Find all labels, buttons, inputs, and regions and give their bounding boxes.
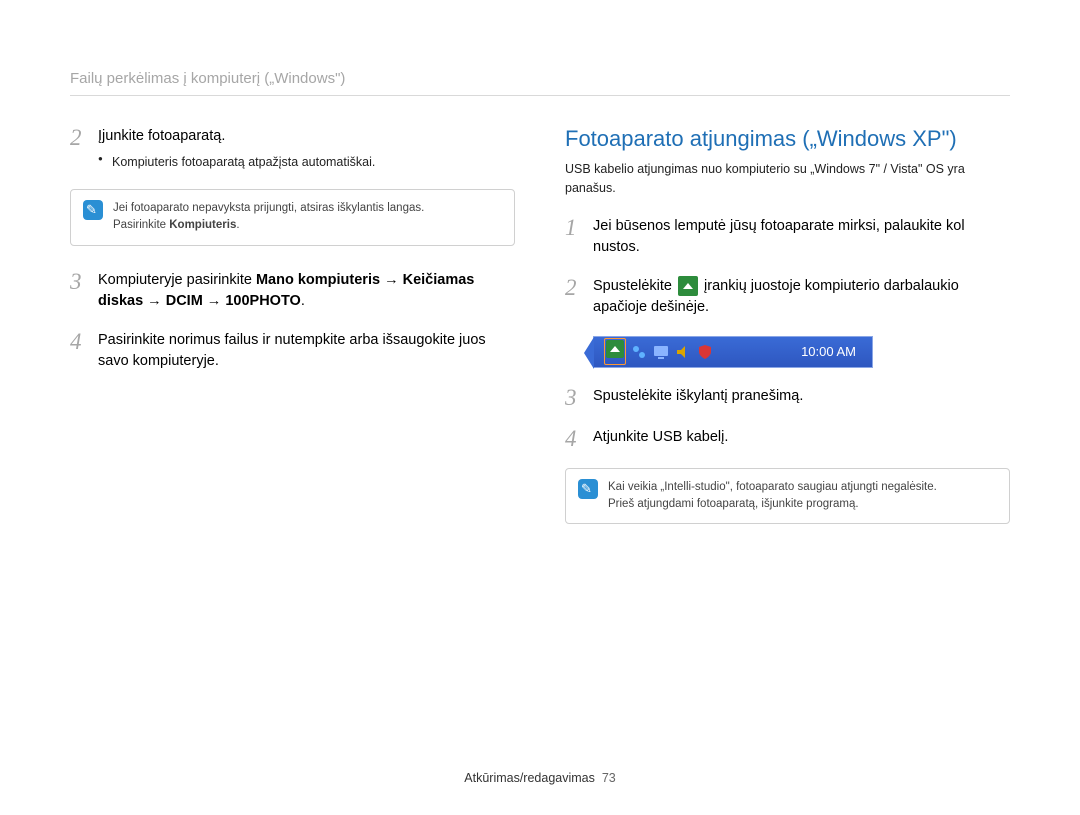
- footer-label: Atkūrimas/redagavimas: [464, 771, 595, 785]
- step-text: Spustelėkite įrankių juostoje kompiuteri…: [593, 276, 1010, 318]
- tray-clock: 10:00 AM: [801, 344, 868, 359]
- step-number: 2: [565, 276, 583, 318]
- step-number: 2: [70, 126, 88, 171]
- step-2-right: 2 Spustelėkite įrankių juostoje kompiute…: [565, 276, 1010, 318]
- note-icon: [578, 479, 598, 499]
- page-number: 73: [602, 771, 616, 785]
- right-column: Fotoaparato atjungimas („Windows XP") US…: [565, 126, 1010, 548]
- note-box-right: Kai veikia „Intelli-studio", fotoaparato…: [565, 468, 1010, 525]
- step-number: 4: [565, 427, 583, 450]
- section-title: Fotoaparato atjungimas („Windows XP"): [565, 126, 1010, 152]
- step-4-right: 4 Atjunkite USB kabelį.: [565, 427, 1010, 450]
- step-text: Spustelėkite iškylantį pranešimą.: [593, 386, 1010, 409]
- breadcrumb: Failų perkėlimas į kompiuterį („Windows"…: [70, 70, 1010, 96]
- tray-network-icon: [630, 343, 648, 361]
- note-text: Jei fotoaparato nepavyksta prijungti, at…: [113, 200, 424, 217]
- tray-shield-icon: [696, 343, 714, 361]
- tray-monitor-icon: [652, 343, 670, 361]
- step-text: Pasirinkite norimus failus ir nutempkite…: [98, 330, 515, 372]
- step-text: Jei būsenos lemputė jūsų fotoaparate mir…: [593, 216, 1010, 258]
- tray-safely-remove-icon: [604, 338, 626, 365]
- step-1-right: 1 Jei būsenos lemputė jūsų fotoaparate m…: [565, 216, 1010, 258]
- step-number: 1: [565, 216, 583, 258]
- step-bullet: Kompiuteris fotoaparatą atpažįsta automa…: [98, 153, 515, 171]
- note-box-left: Jei fotoaparato nepavyksta prijungti, at…: [70, 189, 515, 246]
- step-4-left: 4 Pasirinkite norimus failus ir nutempki…: [70, 330, 515, 372]
- section-intro: USB kabelio atjungimas nuo kompiuterio s…: [565, 160, 1010, 198]
- left-column: 2 Įjunkite fotoaparatą. Kompiuteris foto…: [70, 126, 515, 548]
- step-text: Įjunkite fotoaparatą.: [98, 128, 225, 144]
- safely-remove-icon: [678, 276, 698, 296]
- note-icon: [83, 200, 103, 220]
- note-text: Pasirinkite Kompiuteris.: [113, 217, 424, 234]
- step-number: 4: [70, 330, 88, 372]
- step-3-right: 3 Spustelėkite iškylantį pranešimą.: [565, 386, 1010, 409]
- page-footer: Atkūrimas/redagavimas 73: [0, 771, 1080, 785]
- step-text: Kompiuteryje pasirinkite Mano kompiuteri…: [98, 270, 515, 312]
- note-text: Kai veikia „Intelli-studio", fotoaparato…: [608, 479, 937, 496]
- step-text: Atjunkite USB kabelį.: [593, 427, 1010, 450]
- step-2-left: 2 Įjunkite fotoaparatą. Kompiuteris foto…: [70, 126, 515, 171]
- step-number: 3: [565, 386, 583, 409]
- tray-volume-icon: [674, 343, 692, 361]
- note-text: Prieš atjungdami fotoaparatą, išjunkite …: [608, 496, 937, 513]
- step-number: 3: [70, 270, 88, 312]
- taskbar-tray-image: 10:00 AM: [593, 336, 873, 368]
- step-3-left: 3 Kompiuteryje pasirinkite Mano kompiute…: [70, 270, 515, 312]
